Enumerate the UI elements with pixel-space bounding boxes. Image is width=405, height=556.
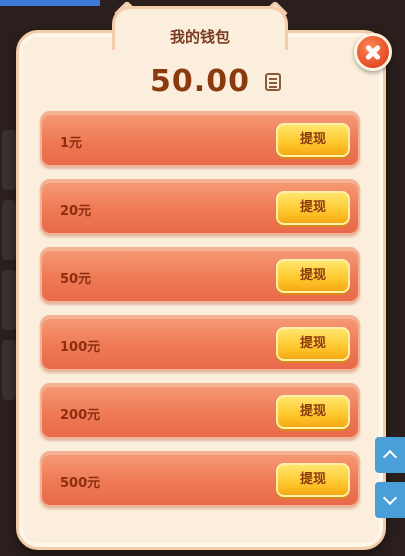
backdrop-block [2, 340, 16, 400]
withdraw-amount: 200元 [60, 408, 101, 423]
chevron-up-icon [382, 449, 398, 465]
close-icon[interactable] [354, 33, 392, 71]
backdrop-block [2, 130, 16, 190]
withdraw-amount: 500元 [60, 476, 101, 491]
withdraw-amount: 1元 [60, 136, 83, 151]
backdrop-block [2, 270, 16, 330]
withdraw-row: 50元 提现 [40, 247, 360, 303]
scroll-up-button[interactable] [375, 437, 405, 473]
withdraw-amount: 20元 [60, 204, 92, 219]
ledger-icon[interactable] [265, 73, 281, 91]
withdraw-row: 20元 提现 [40, 179, 360, 235]
withdraw-row: 100元 提现 [40, 315, 360, 371]
withdraw-button[interactable]: 提现 [276, 191, 350, 225]
withdraw-button[interactable]: 提现 [276, 123, 350, 157]
chevron-down-icon [382, 490, 398, 506]
withdraw-amount: 50元 [60, 272, 92, 287]
withdraw-row: 200元 提现 [40, 383, 360, 439]
wallet-balance: 50.00 [150, 64, 250, 99]
withdraw-button[interactable]: 提现 [276, 395, 350, 429]
withdraw-button[interactable]: 提现 [276, 259, 350, 293]
withdraw-button[interactable]: 提现 [276, 327, 350, 361]
wallet-title: 我的钱包 [169, 28, 230, 46]
scroll-down-button[interactable] [375, 482, 405, 518]
withdraw-row: 1元 提现 [40, 111, 360, 167]
withdraw-button[interactable]: 提现 [276, 463, 350, 497]
backdrop-top-bar [0, 0, 100, 6]
withdraw-row: 500元 提现 [40, 451, 360, 507]
backdrop-block [2, 200, 16, 260]
withdraw-amount: 100元 [60, 340, 101, 355]
